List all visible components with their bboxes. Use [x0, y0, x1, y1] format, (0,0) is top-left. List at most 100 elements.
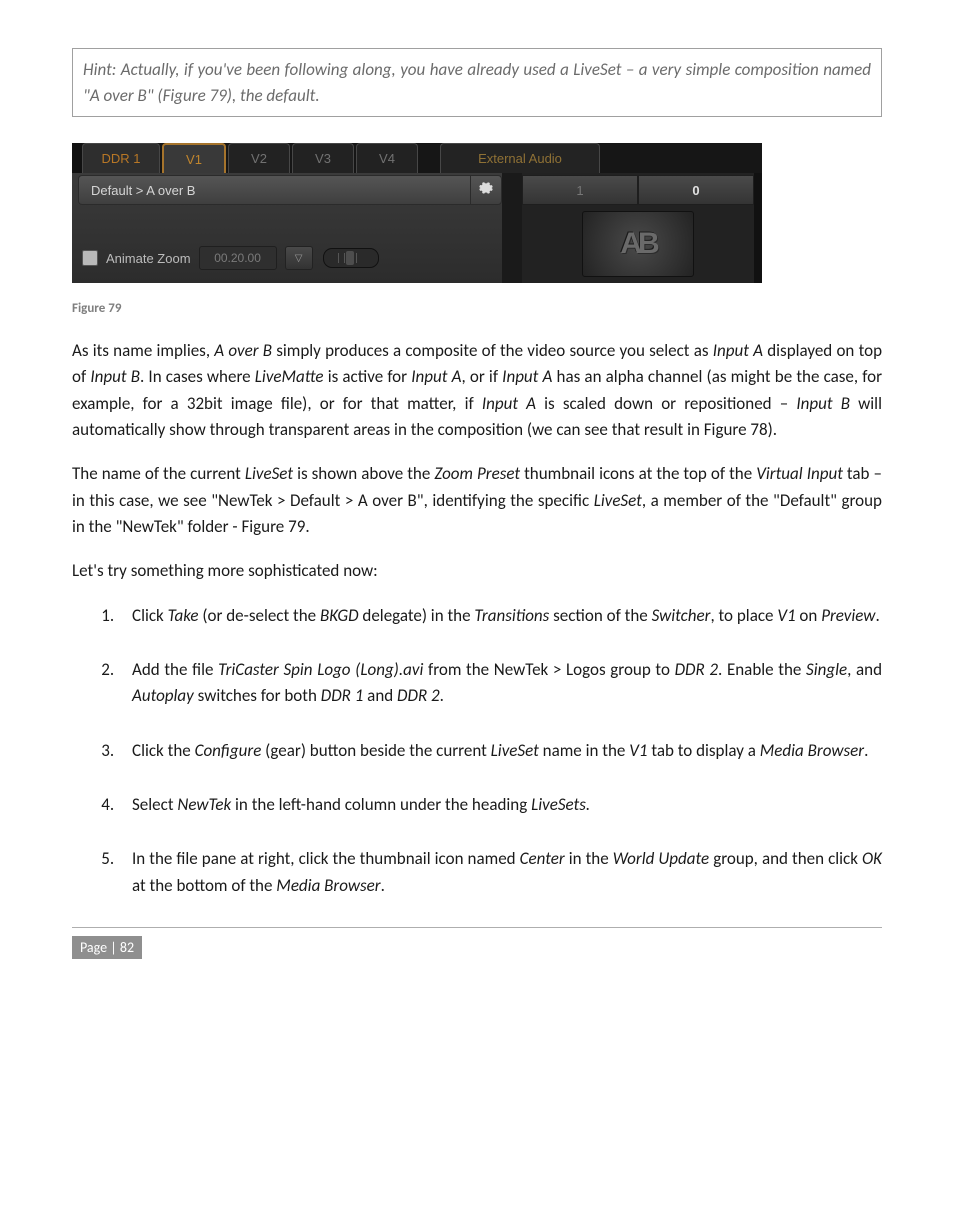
text: is shown above the — [293, 463, 434, 484]
italic-term: World Update — [613, 848, 709, 869]
body-paragraph-3: Let's try something more sophisticated n… — [72, 558, 882, 584]
tab-external-audio[interactable]: External Audio — [440, 143, 600, 173]
animate-zoom-label: Animate Zoom — [106, 251, 191, 266]
text: and — [363, 685, 397, 706]
text: at the bottom of the — [132, 875, 276, 896]
text: is active for — [324, 366, 412, 387]
italic-term: Input A — [502, 366, 552, 387]
zoom-dropdown-button[interactable]: ▽ — [285, 246, 313, 270]
text: Click — [132, 605, 168, 626]
decorative-edge — [754, 173, 762, 283]
slider-tick — [344, 253, 345, 263]
text: . — [381, 875, 385, 896]
decorative-edge — [72, 143, 82, 173]
panel-right: 1 0 AB — [522, 173, 754, 283]
text: Click the — [132, 740, 195, 761]
liveset-path-label: Default > A over B — [78, 175, 470, 205]
text: . — [440, 685, 444, 706]
zoom-slider[interactable] — [323, 248, 379, 268]
configure-gear-button[interactable] — [470, 175, 502, 205]
text: simply produces a composite of the video… — [272, 340, 713, 361]
tab-ddr1[interactable]: DDR 1 — [82, 143, 160, 173]
tab-spacer — [420, 143, 440, 173]
italic-term: Autoplay — [132, 685, 194, 706]
step-2: Add the file TriCaster Spin Logo (Long).… — [118, 657, 882, 710]
italic-term: Input A — [482, 393, 536, 414]
italic-term: Input B — [796, 393, 850, 414]
step-5: In the file pane at right, click the thu… — [118, 846, 882, 899]
text: , to place — [710, 605, 777, 626]
preset-header: 1 0 — [522, 175, 754, 205]
text: (gear) button beside the current — [261, 740, 490, 761]
italic-term: Input A — [411, 366, 461, 387]
footer-divider — [72, 927, 882, 928]
italic-term: Virtual Input — [756, 463, 843, 484]
zoom-preset-0[interactable]: 0 — [638, 175, 754, 205]
tab-row: DDR 1 V1 V2 V3 V4 External Audio — [72, 143, 762, 173]
panel-divider — [502, 173, 522, 283]
italic-term: Media Browser — [276, 875, 380, 896]
italic-term: Input A — [713, 340, 763, 361]
hint-box: Hint: Actually, if you've been following… — [72, 48, 882, 117]
slider-handle[interactable] — [346, 251, 354, 265]
text: (or de-select the — [199, 605, 320, 626]
text: delegate) in the — [359, 605, 475, 626]
text: in the left-hand column under the headin… — [231, 794, 531, 815]
italic-term: V1 — [629, 740, 647, 761]
italic-term: Switcher — [652, 605, 711, 626]
step-1: Click Take (or de-select the BKGD delega… — [118, 603, 882, 629]
text: As its name implies, — [72, 340, 214, 361]
text: section of the — [549, 605, 651, 626]
italic-term: DDR 2 — [675, 659, 718, 680]
italic-term: LiveSets. — [531, 794, 590, 815]
italic-term: Media Browser — [760, 740, 864, 761]
tab-v1[interactable]: V1 — [162, 143, 226, 173]
text: switches for both — [194, 685, 321, 706]
italic-term: BKGD — [320, 605, 359, 626]
text: , or if — [461, 366, 502, 387]
liveset-thumbnail[interactable]: AB — [582, 211, 694, 277]
tab-v3[interactable]: V3 — [292, 143, 354, 173]
text: . — [864, 740, 868, 761]
italic-term: LiveMatte — [255, 366, 324, 387]
text: on — [796, 605, 822, 626]
step-4: Select NewTek in the left-hand column un… — [118, 792, 882, 818]
italic-term: LiveSet — [245, 463, 293, 484]
zoom-preset-1[interactable]: 1 — [522, 175, 638, 205]
text: Add the file — [132, 659, 218, 680]
text: Select — [132, 794, 177, 815]
tab-v2[interactable]: V2 — [228, 143, 290, 173]
italic-term: Configure — [195, 740, 262, 761]
italic-term: Zoom Preset — [434, 463, 520, 484]
embedded-screenshot: DDR 1 V1 V2 V3 V4 External Audio Default… — [72, 143, 762, 283]
text: . In cases where — [140, 366, 255, 387]
text: from the NewTek > Logos group to — [423, 659, 674, 680]
italic-term: TriCaster Spin Logo (Long).avi — [218, 659, 423, 680]
italic-term: LiveSet — [491, 740, 539, 761]
text: name in the — [539, 740, 629, 761]
animate-zoom-checkbox[interactable] — [82, 250, 98, 266]
chevron-down-icon: ▽ — [295, 253, 303, 264]
italic-term: Input B — [90, 366, 140, 387]
tab-v4[interactable]: V4 — [356, 143, 418, 173]
italic-term: V1 — [777, 605, 795, 626]
time-value-input[interactable]: 00.20.00 — [199, 246, 277, 270]
text: thumbnail icons at the top of the — [520, 463, 756, 484]
body-paragraph-1: As its name implies, A over B simply pro… — [72, 338, 882, 443]
italic-term: A over B — [214, 340, 272, 361]
italic-term: NewTek — [177, 794, 231, 815]
panel-left: Default > A over B Animate Zoom 00.20.00… — [72, 173, 502, 283]
text: In the file pane at right, click the thu… — [132, 848, 520, 869]
italic-term: Take — [168, 605, 199, 626]
step-3: Click the Configure (gear) button beside… — [118, 738, 882, 764]
panel-body: Default > A over B Animate Zoom 00.20.00… — [72, 173, 762, 283]
text: tab to display a — [647, 740, 759, 761]
liveset-row: Default > A over B — [72, 175, 502, 205]
italic-term: DDR 2 — [397, 685, 440, 706]
animate-row: Animate Zoom 00.20.00 ▽ — [72, 243, 502, 273]
text: . — [875, 605, 879, 626]
text: group, and then click — [709, 848, 862, 869]
gear-icon — [479, 181, 493, 200]
steps-list: Click Take (or de-select the BKGD delega… — [72, 603, 882, 899]
italic-term: Center — [520, 848, 565, 869]
